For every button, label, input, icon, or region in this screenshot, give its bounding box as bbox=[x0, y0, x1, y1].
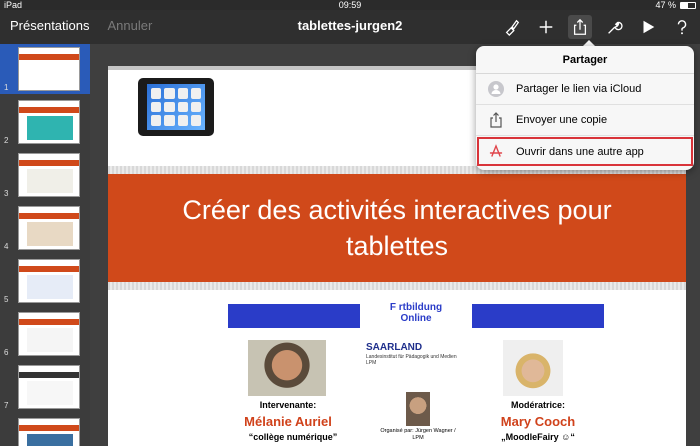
share-popover: Partager Partager le lien via iCloud Env… bbox=[476, 46, 694, 170]
add-button[interactable] bbox=[534, 15, 558, 39]
slide-thumbnail-image bbox=[18, 47, 80, 91]
person-icon bbox=[488, 81, 504, 97]
slide-number: 7 bbox=[4, 401, 9, 410]
send-copy-item[interactable]: Envoyer une copie bbox=[476, 105, 694, 136]
share-icon bbox=[573, 18, 587, 35]
share-icon bbox=[488, 112, 504, 128]
play-button[interactable] bbox=[636, 15, 660, 39]
item-label: Partager le lien via iCloud bbox=[516, 83, 642, 95]
flyer-blue-bar bbox=[472, 304, 604, 328]
slide-number: 6 bbox=[4, 348, 9, 357]
plus-icon bbox=[539, 20, 553, 34]
slide-thumbnail-image bbox=[18, 365, 80, 409]
battery-percent: 47 % bbox=[655, 0, 676, 10]
presentations-back-button[interactable]: Présentations bbox=[10, 18, 90, 33]
slide-thumbnail[interactable]: 2 bbox=[0, 97, 90, 147]
slide-thumbnail-image bbox=[18, 312, 80, 356]
slide-thumbnail[interactable]: 5 bbox=[0, 256, 90, 306]
play-icon bbox=[643, 20, 655, 34]
speaker-role: Intervenante: bbox=[259, 400, 317, 410]
title-band[interactable]: Créer des activités interactives pour ta… bbox=[108, 174, 686, 282]
speaker-photo bbox=[248, 340, 326, 396]
organizer-photo bbox=[406, 392, 430, 426]
undo-button[interactable]: Annuler bbox=[108, 18, 153, 33]
wrench-icon bbox=[608, 21, 623, 34]
battery-icon bbox=[680, 1, 696, 9]
slide-thumbnail-image bbox=[18, 153, 80, 197]
slide-navigator: 1 2 3 4 5 6 7 8 bbox=[0, 44, 90, 446]
slide-number: 2 bbox=[4, 136, 9, 145]
flyer-image[interactable]: F rtbildung Online SAARLAND Landesinstit… bbox=[228, 302, 604, 446]
item-label: Envoyer une copie bbox=[516, 114, 608, 126]
slide-thumbnail-image bbox=[18, 259, 80, 303]
speaker-name: Mélanie Auriel bbox=[244, 414, 332, 429]
tools-button[interactable] bbox=[602, 15, 626, 39]
share-icloud-link-item[interactable]: Partager le lien via iCloud bbox=[476, 74, 694, 105]
moderator-photo bbox=[503, 340, 563, 396]
slide-thumbnail[interactable]: 4 bbox=[0, 203, 90, 253]
app-store-icon bbox=[488, 143, 504, 159]
question-icon bbox=[677, 20, 687, 35]
toolbar: Présentations Annuler tablettes-jurgen2 bbox=[0, 10, 700, 44]
moderator-alias: „MoodleFairy ☺“ bbox=[501, 432, 575, 442]
open-in-app-item[interactable]: Ouvrir dans une autre app bbox=[476, 136, 694, 167]
moderator-role: Modératrice: bbox=[510, 400, 565, 410]
organizer-text: Organisé par: Jürgen Wagner / LPM bbox=[380, 428, 456, 441]
fortbildung-logo: F rtbildung Online bbox=[389, 302, 443, 324]
slide-number: 1 bbox=[4, 83, 9, 92]
slide-thumbnail[interactable]: 8 bbox=[0, 415, 90, 446]
saarland-logo: SAARLAND Landesinstitut für Pädagogik un… bbox=[366, 342, 457, 366]
status-time: 09:59 bbox=[338, 0, 362, 10]
decorative-stripe bbox=[108, 282, 686, 290]
popover-title: Partager bbox=[476, 46, 694, 74]
slide-number: 3 bbox=[4, 189, 9, 198]
flyer-blue-bar bbox=[228, 304, 360, 328]
item-label: Ouvrir dans une autre app bbox=[516, 145, 644, 158]
moderator-name: Mary Cooch bbox=[500, 414, 576, 429]
slide-thumbnail[interactable]: 6 bbox=[0, 309, 90, 359]
help-button[interactable] bbox=[670, 15, 694, 39]
slide-thumbnail[interactable]: 1 bbox=[0, 44, 90, 94]
slide-thumbnail-image bbox=[18, 418, 80, 446]
speaker-org: “collège numérique” bbox=[248, 432, 338, 442]
slide-thumbnail-image bbox=[18, 206, 80, 250]
ipad-image[interactable] bbox=[138, 78, 214, 136]
slide-thumbnail-image bbox=[18, 100, 80, 144]
slide-thumbnail[interactable]: 3 bbox=[0, 150, 90, 200]
slide-title: Créer des activités interactives pour ta… bbox=[182, 195, 612, 261]
slide-number: 4 bbox=[4, 242, 9, 251]
slide-thumbnail[interactable]: 7 bbox=[0, 362, 90, 412]
format-brush-button[interactable] bbox=[500, 15, 524, 39]
share-button[interactable] bbox=[568, 15, 592, 39]
status-bar: iPad 09:59 47 % bbox=[0, 0, 700, 10]
paintbrush-icon bbox=[505, 19, 520, 36]
slide-number: 5 bbox=[4, 295, 9, 304]
